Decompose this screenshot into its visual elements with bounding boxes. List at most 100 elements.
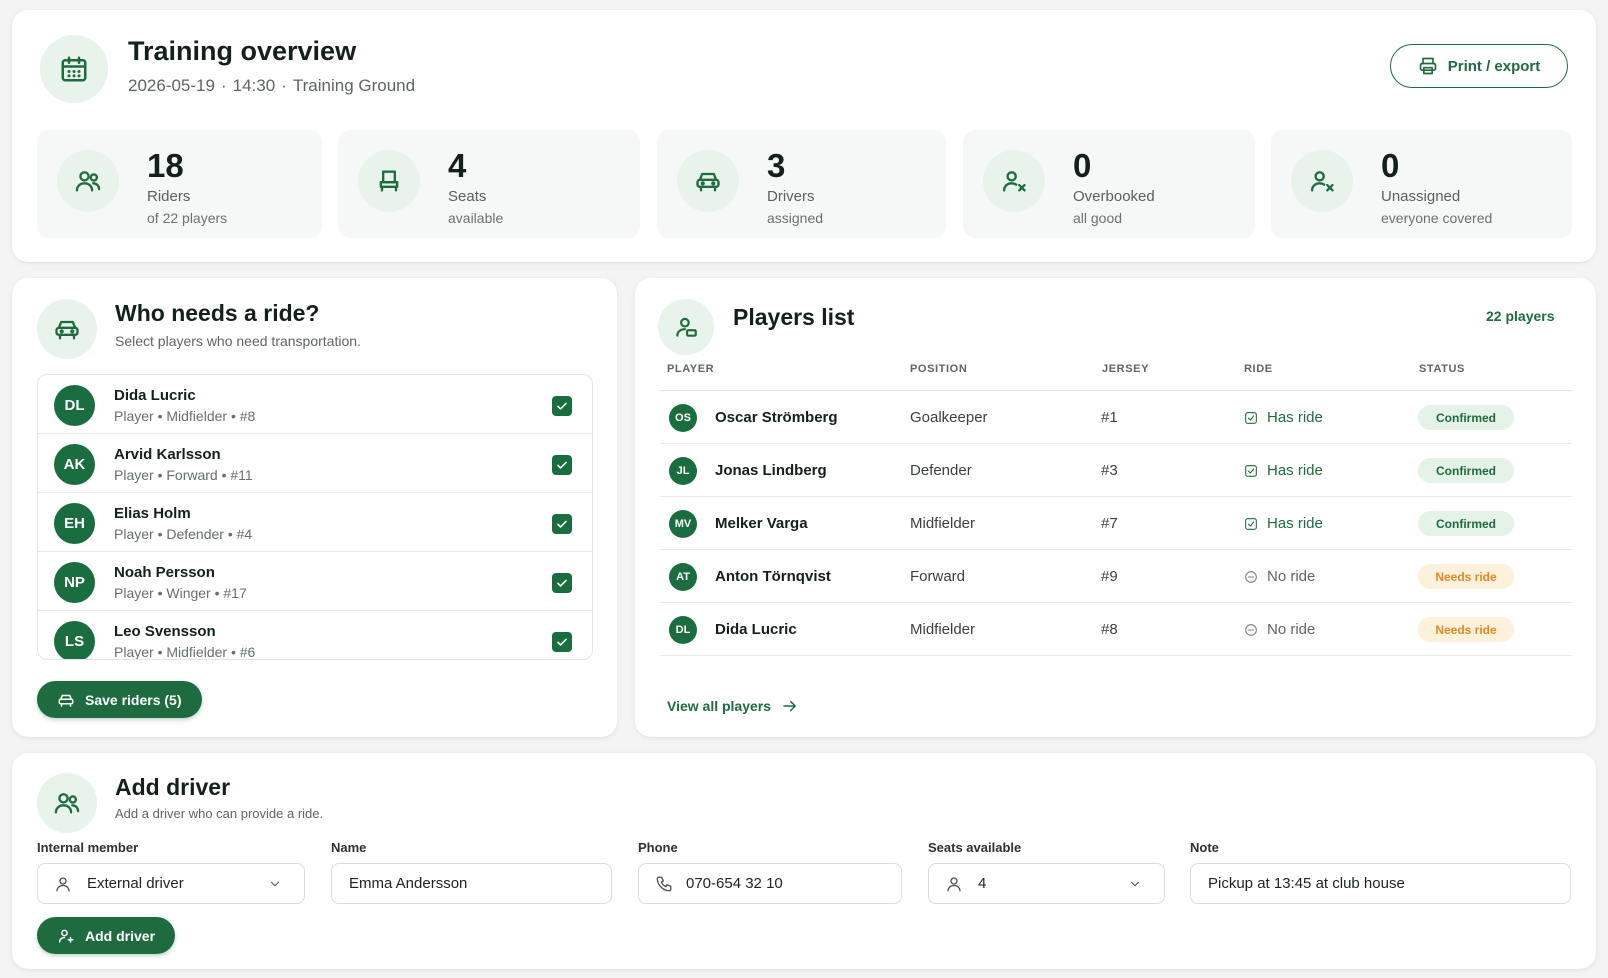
column-header-ride[interactable]: RIDE bbox=[1244, 363, 1273, 375]
stat-sub: of 22 players bbox=[147, 210, 228, 226]
view-all-players-label: View all players bbox=[667, 698, 772, 714]
list-item[interactable]: EH Elias Holm Player • Defender • #4 bbox=[38, 493, 592, 552]
ride-status-text: Has ride bbox=[1267, 462, 1323, 479]
needs-ride-checkbox[interactable] bbox=[552, 514, 572, 534]
player-meta: Player • Defender • #4 bbox=[114, 526, 253, 542]
needs-ride-checkbox[interactable] bbox=[552, 396, 572, 416]
seats-select[interactable]: 4 bbox=[928, 863, 1165, 904]
user-icon bbox=[56, 877, 70, 892]
avatar: MV bbox=[669, 510, 697, 538]
add-driver-button[interactable]: Add driver bbox=[37, 917, 176, 954]
player-meta: Player • Midfielder • #8 bbox=[114, 408, 256, 424]
car-icon bbox=[37, 299, 97, 359]
player-jersey: #9 bbox=[1101, 568, 1118, 585]
add-driver-label: Add driver bbox=[85, 927, 156, 944]
check-icon bbox=[557, 638, 567, 646]
stat-value: 3 bbox=[767, 147, 786, 184]
print-export-button[interactable]: Print / export bbox=[1390, 44, 1568, 88]
player-jersey: #7 bbox=[1101, 515, 1118, 532]
check-square-icon bbox=[1245, 411, 1257, 424]
ride-status-text: Has ride bbox=[1267, 409, 1323, 426]
save-riders-label: Save riders (5) bbox=[85, 691, 182, 708]
car-icon bbox=[677, 150, 739, 212]
print-export-label: Print / export bbox=[1447, 57, 1541, 75]
status-badge: Confirmed bbox=[1418, 511, 1514, 536]
ride-panel-title: Who needs a ride? bbox=[115, 300, 320, 326]
table-row[interactable]: JL Jonas Lindberg Defender #3 Has ride C… bbox=[660, 444, 1572, 497]
player-name: Dida Lucric bbox=[715, 621, 797, 638]
internal-member-value: External driver bbox=[87, 875, 184, 892]
phone-input[interactable]: 070-654 32 10 bbox=[638, 863, 902, 904]
page-title: Training overview bbox=[128, 36, 357, 66]
seats-label: Seats available bbox=[928, 840, 1022, 855]
ride-status-text: No ride bbox=[1267, 568, 1316, 585]
view-all-players-link[interactable]: View all players bbox=[667, 697, 799, 715]
player-position: Goalkeeper bbox=[910, 409, 988, 426]
stat-sub: assigned bbox=[767, 210, 824, 226]
name-input[interactable]: Emma Andersson bbox=[331, 863, 612, 904]
player-jersey: #3 bbox=[1101, 462, 1118, 479]
stat-sub: available bbox=[448, 210, 504, 226]
player-meta: Player • Forward • #11 bbox=[114, 467, 253, 483]
needs-ride-checkbox[interactable] bbox=[552, 455, 572, 475]
column-header-position[interactable]: POSITION bbox=[910, 363, 967, 375]
meta-separator: · bbox=[281, 76, 287, 95]
stat-value: 4 bbox=[448, 147, 467, 184]
ride-status: No ride bbox=[1243, 621, 1315, 638]
user-plus-icon bbox=[58, 929, 74, 943]
player-meta: Player • Midfielder • #6 bbox=[114, 644, 256, 660]
chevron-down-icon bbox=[270, 881, 280, 887]
seats-value: 4 bbox=[978, 875, 987, 892]
arrow-right-icon bbox=[783, 700, 797, 712]
avatar: AT bbox=[669, 563, 697, 591]
stat-sub: everyone covered bbox=[1381, 210, 1493, 226]
stat-value: 18 bbox=[147, 147, 184, 184]
status-badge: Confirmed bbox=[1418, 458, 1514, 483]
player-name: Oscar Strömberg bbox=[715, 409, 838, 426]
phone-icon bbox=[656, 876, 672, 892]
check-square-icon bbox=[1245, 517, 1257, 530]
table-row[interactable]: MV Melker Varga Midfielder #7 Has ride C… bbox=[660, 497, 1572, 550]
ride-status: Has ride bbox=[1243, 462, 1323, 479]
stat-value: 0 bbox=[1073, 147, 1092, 184]
list-item[interactable]: AK Arvid Karlsson Player • Forward • #11 bbox=[38, 434, 592, 493]
note-value: Pickup at 13:45 at club house bbox=[1208, 875, 1405, 892]
stat-label: Riders bbox=[147, 188, 191, 205]
player-name: Arvid Karlsson bbox=[114, 446, 221, 463]
table-row[interactable]: AT Anton Törnqvist Forward #9 No ride Ne… bbox=[660, 550, 1572, 603]
ride-panel-subtitle: Select players who need transportation. bbox=[115, 333, 361, 349]
column-header-status[interactable]: STATUS bbox=[1419, 363, 1465, 375]
player-position: Forward bbox=[910, 568, 966, 585]
note-input[interactable]: Pickup at 13:45 at club house bbox=[1190, 863, 1571, 904]
player-meta: Player • Winger • #17 bbox=[114, 585, 247, 601]
list-item[interactable]: DL Dida Lucric Player • Midfielder • #8 bbox=[38, 375, 592, 434]
ride-player-list[interactable]: DL Dida Lucric Player • Midfielder • #8 … bbox=[37, 374, 593, 660]
internal-member-select[interactable]: External driver bbox=[37, 863, 305, 904]
column-header-jersey[interactable]: JERSEY bbox=[1102, 363, 1149, 375]
avatar: AK bbox=[54, 444, 95, 485]
table-row[interactable]: OS Oscar Strömberg Goalkeeper #1 Has rid… bbox=[660, 391, 1572, 444]
users-icon bbox=[57, 150, 119, 212]
car-icon bbox=[58, 694, 74, 707]
needs-ride-checkbox[interactable] bbox=[552, 632, 572, 652]
avatar: LS bbox=[54, 621, 95, 659]
check-icon bbox=[557, 579, 567, 587]
table-row[interactable]: DL Dida Lucric Midfielder #8 No ride Nee… bbox=[660, 603, 1572, 656]
ride-status: Has ride bbox=[1243, 409, 1323, 426]
needs-ride-checkbox[interactable] bbox=[552, 573, 572, 593]
column-header-player[interactable]: PLAYER bbox=[667, 363, 714, 375]
player-jersey: #1 bbox=[1101, 409, 1118, 426]
user-x-icon bbox=[983, 150, 1045, 212]
list-item[interactable]: LS Leo Svensson Player • Midfielder • #6 bbox=[38, 611, 592, 660]
save-riders-button[interactable]: Save riders (5) bbox=[37, 681, 202, 718]
phone-value: 070-654 32 10 bbox=[686, 875, 783, 892]
player-position: Midfielder bbox=[910, 621, 976, 638]
status-badge: Needs ride bbox=[1418, 564, 1514, 589]
player-name: Melker Varga bbox=[715, 515, 808, 532]
internal-member-label: Internal member bbox=[37, 840, 139, 855]
minus-circle-icon bbox=[1245, 623, 1257, 636]
list-item[interactable]: NP Noah Persson Player • Winger • #17 bbox=[38, 552, 592, 611]
player-position: Midfielder bbox=[910, 515, 976, 532]
stat-riders: 18 Riders of 22 players bbox=[37, 130, 322, 238]
player-position: Defender bbox=[910, 462, 972, 479]
